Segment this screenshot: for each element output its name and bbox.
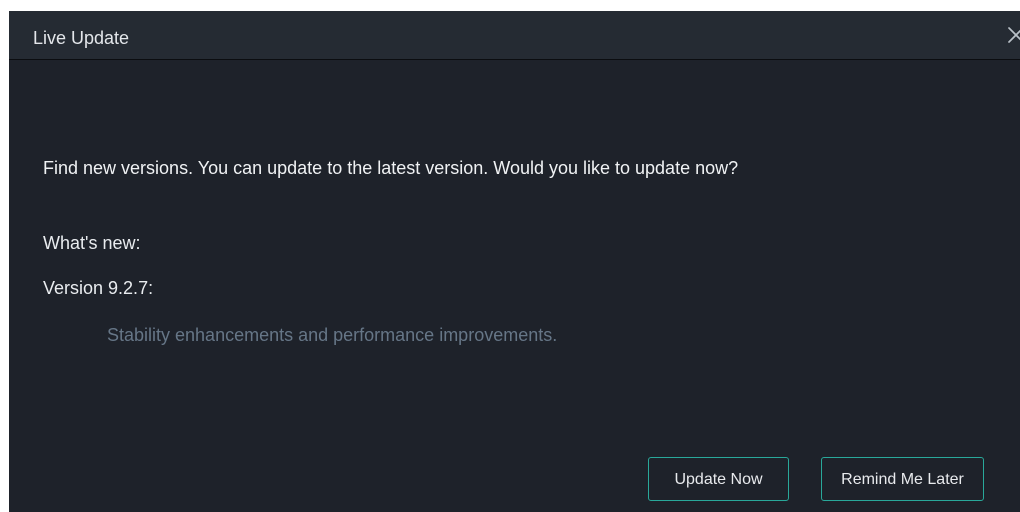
changelog-text: Stability enhancements and performance i… <box>107 325 558 345</box>
version-heading: Version 9.2.7: <box>43 278 154 298</box>
remind-me-later-button[interactable]: Remind Me Later <box>821 457 984 501</box>
close-icon[interactable] <box>1005 24 1020 46</box>
whats-new-heading: What's new: <box>43 233 141 253</box>
update-now-button[interactable]: Update Now <box>648 457 789 501</box>
live-update-dialog: Live Update Find new versions. You can u… <box>9 11 1020 512</box>
dialog-titlebar: Live Update <box>9 11 1020 60</box>
dialog-title: Live Update <box>33 28 130 48</box>
update-message: Find new versions. You can update to the… <box>43 158 739 178</box>
